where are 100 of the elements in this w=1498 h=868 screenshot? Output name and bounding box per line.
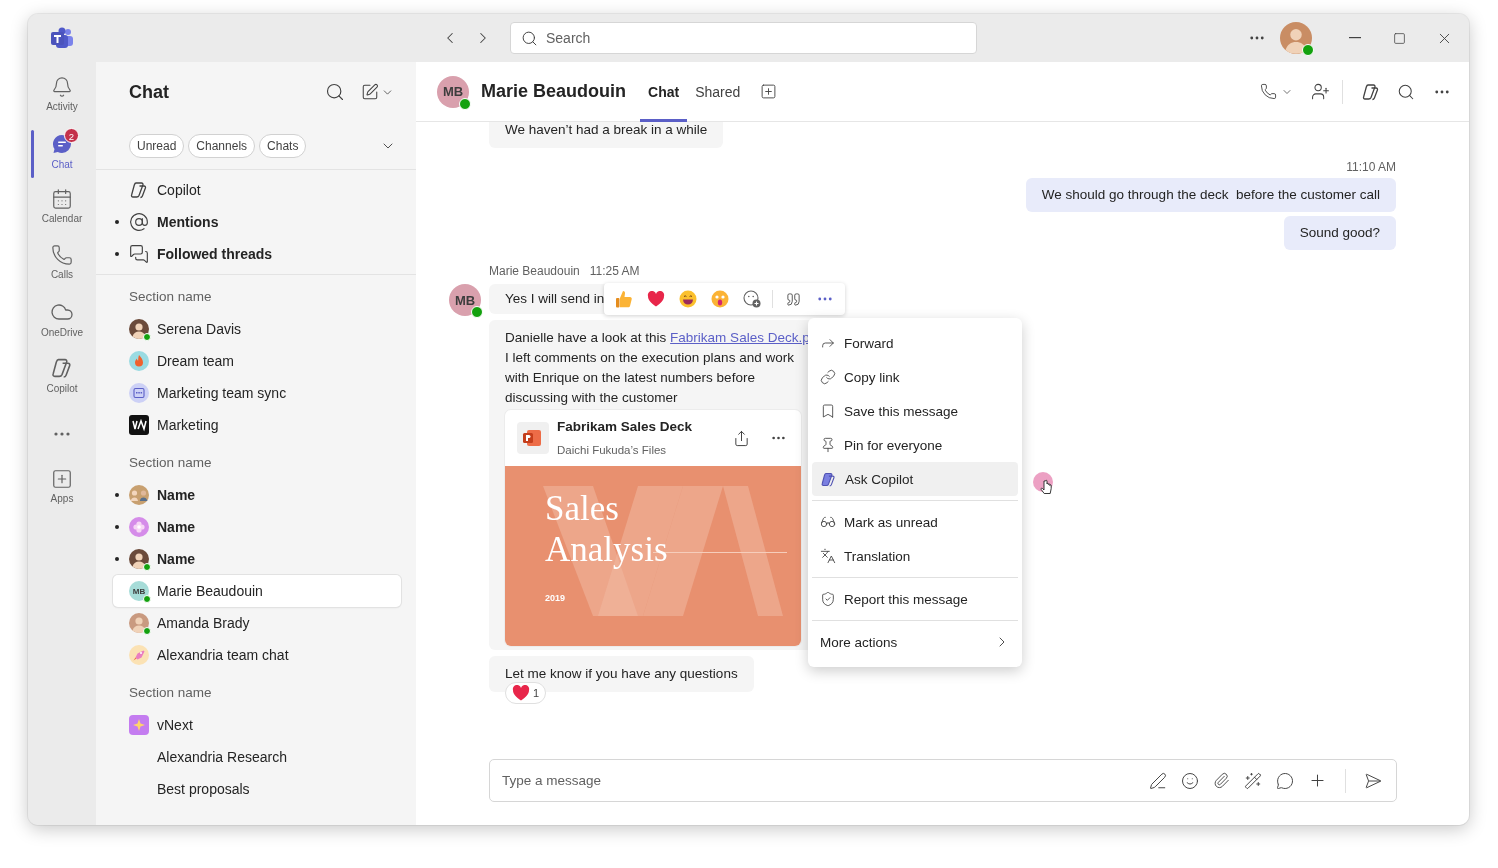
- nav-item[interactable]: OneDrive: [28, 294, 96, 350]
- app-logo: [50, 27, 74, 49]
- logo-avatar: [129, 415, 149, 435]
- chat-list-item[interactable]: Dream team: [113, 345, 401, 377]
- message-time: 11:10 AM: [1346, 160, 1396, 174]
- nav-item[interactable]: Activity: [28, 70, 96, 126]
- chat-list-item[interactable]: Name: [113, 543, 401, 575]
- emoji-button[interactable]: [1181, 771, 1199, 790]
- message-text: Danielle have a look at this Fabrikam Sales Deck.p: [505, 329, 810, 347]
- search-input[interactable]: Search: [546, 30, 966, 46]
- maximize-button[interactable]: [1393, 31, 1406, 45]
- filter-chip[interactable]: Unread: [129, 133, 185, 158]
- chat-list-item[interactable]: Mentions: [113, 206, 401, 238]
- avatar: [129, 613, 149, 633]
- menu-item[interactable]: Save this message: [812, 394, 1018, 428]
- add-reaction-icon: [743, 290, 762, 308]
- share-button[interactable]: [733, 429, 750, 447]
- chat-list-item[interactable]: Serena Davis: [113, 313, 401, 345]
- minimize-button[interactable]: [1349, 37, 1361, 39]
- format-button[interactable]: [1149, 771, 1167, 790]
- add-people-button[interactable]: [1311, 82, 1330, 101]
- unread-dot: [115, 252, 119, 256]
- chat-list-item[interactable]: Name: [113, 479, 401, 511]
- slide-title: Sales: [545, 488, 619, 529]
- search-button[interactable]: [1397, 82, 1415, 101]
- tab[interactable]: Shared: [687, 62, 749, 122]
- menu-item[interactable]: Forward: [812, 326, 1018, 360]
- file-link[interactable]: Fabrikam Sales Deck.p: [670, 330, 810, 345]
- chat-list-item[interactable]: Alexandria team chat: [113, 639, 401, 671]
- glasses-icon: [820, 514, 836, 530]
- rocket-avatar: [129, 645, 149, 665]
- copilot-button[interactable]: [1361, 81, 1381, 102]
- shield-icon: [820, 591, 836, 607]
- phone-icon: [51, 244, 73, 266]
- more-button[interactable]: [818, 297, 833, 301]
- more-button[interactable]: [1250, 36, 1264, 40]
- menu-item[interactable]: Mark as unread: [812, 505, 1018, 539]
- copilot-icon: [50, 356, 74, 380]
- message-text: Yes I will send in: [505, 291, 605, 306]
- add-button[interactable]: [1308, 771, 1327, 790]
- nav-item[interactable]: Chat 2: [28, 126, 96, 182]
- chat-list-item[interactable]: MB Marie Beaudouin: [113, 575, 401, 607]
- nav-item[interactable]: Calendar: [28, 182, 96, 238]
- unread-dot: [115, 220, 119, 224]
- rewrite-button[interactable]: [1244, 771, 1262, 790]
- message-composer[interactable]: Type a message: [489, 759, 1397, 802]
- more-button[interactable]: [54, 432, 70, 436]
- contact-name: Marie Beaudouin: [481, 81, 627, 102]
- menu-item[interactable]: Report this message: [812, 582, 1018, 616]
- plus-icon: [51, 468, 73, 490]
- more-icon: [818, 297, 833, 301]
- maximize-icon: [1393, 31, 1406, 45]
- menu-item[interactable]: Pin for everyone: [812, 428, 1018, 462]
- wand-icon: [1244, 771, 1262, 790]
- avatar: [129, 319, 149, 339]
- filter-chip[interactable]: Channels: [188, 133, 256, 158]
- search-button[interactable]: [325, 82, 345, 102]
- chat-list-item[interactable]: Followed threads: [113, 238, 401, 270]
- menu-item[interactable]: Copy link: [812, 360, 1018, 394]
- file-location: Daichi Fukuda’s Files: [557, 442, 668, 458]
- chat-list-item[interactable]: Best proposals: [113, 773, 401, 805]
- chat-list-item[interactable]: Marketing: [113, 409, 401, 441]
- menu-item[interactable]: More actions: [812, 625, 1018, 659]
- menu-item[interactable]: Translation: [812, 539, 1018, 573]
- more-button[interactable]: [772, 436, 785, 440]
- copilot-icon: [129, 180, 149, 200]
- at-icon: [129, 212, 149, 232]
- share-icon: [733, 429, 750, 447]
- filter-chip[interactable]: Chats: [259, 133, 307, 158]
- chat-list-item[interactable]: Amanda Brady: [113, 607, 401, 639]
- more-button[interactable]: [1435, 89, 1449, 94]
- nav-item[interactable]: Calls: [28, 238, 96, 294]
- chat-list-item[interactable]: Name: [113, 511, 401, 543]
- count-badge: 2: [64, 128, 79, 143]
- unread-dot: [115, 525, 119, 529]
- copilot-icon: [1361, 81, 1381, 102]
- attach-button[interactable]: [1213, 772, 1230, 789]
- send-button[interactable]: [1364, 771, 1382, 790]
- chat-list-item[interactable]: Copilot: [113, 174, 401, 206]
- slide-year: 2019: [545, 592, 566, 605]
- nav-item[interactable]: Apps: [28, 462, 96, 518]
- chat-list-item[interactable]: Alexandria Research: [113, 741, 401, 773]
- message-text: with Enrique on the latest numbers before: [505, 369, 755, 387]
- add-tab-button[interactable]: [760, 83, 778, 100]
- message-bubble: We should go through the deck before the customer call: [1025, 178, 1396, 212]
- file-card[interactable]: Fabrikam Sales Deck Daichi Fukuda’s Files Sales Analysis 2019: [505, 410, 801, 646]
- sender-name: Marie Beaudouin: [489, 264, 580, 278]
- loop-button[interactable]: [1276, 771, 1294, 790]
- chat-list-item[interactable]: Marketing team sync: [113, 377, 401, 409]
- chat-list-item[interactable]: vNext: [113, 709, 401, 741]
- format-icon: [1149, 771, 1167, 790]
- link-icon: [820, 369, 836, 385]
- call-button[interactable]: [1260, 83, 1293, 100]
- message-input[interactable]: Type a message: [502, 773, 1135, 788]
- menu-item[interactable]: Ask Copilot: [812, 462, 1018, 496]
- slide-title: Analysis: [545, 529, 668, 570]
- nav-item[interactable]: Copilot: [28, 350, 96, 406]
- search-bar[interactable]: Search: [510, 22, 977, 54]
- reaction-pill[interactable]: 1: [505, 682, 547, 704]
- new-chat-button[interactable]: [361, 83, 394, 101]
